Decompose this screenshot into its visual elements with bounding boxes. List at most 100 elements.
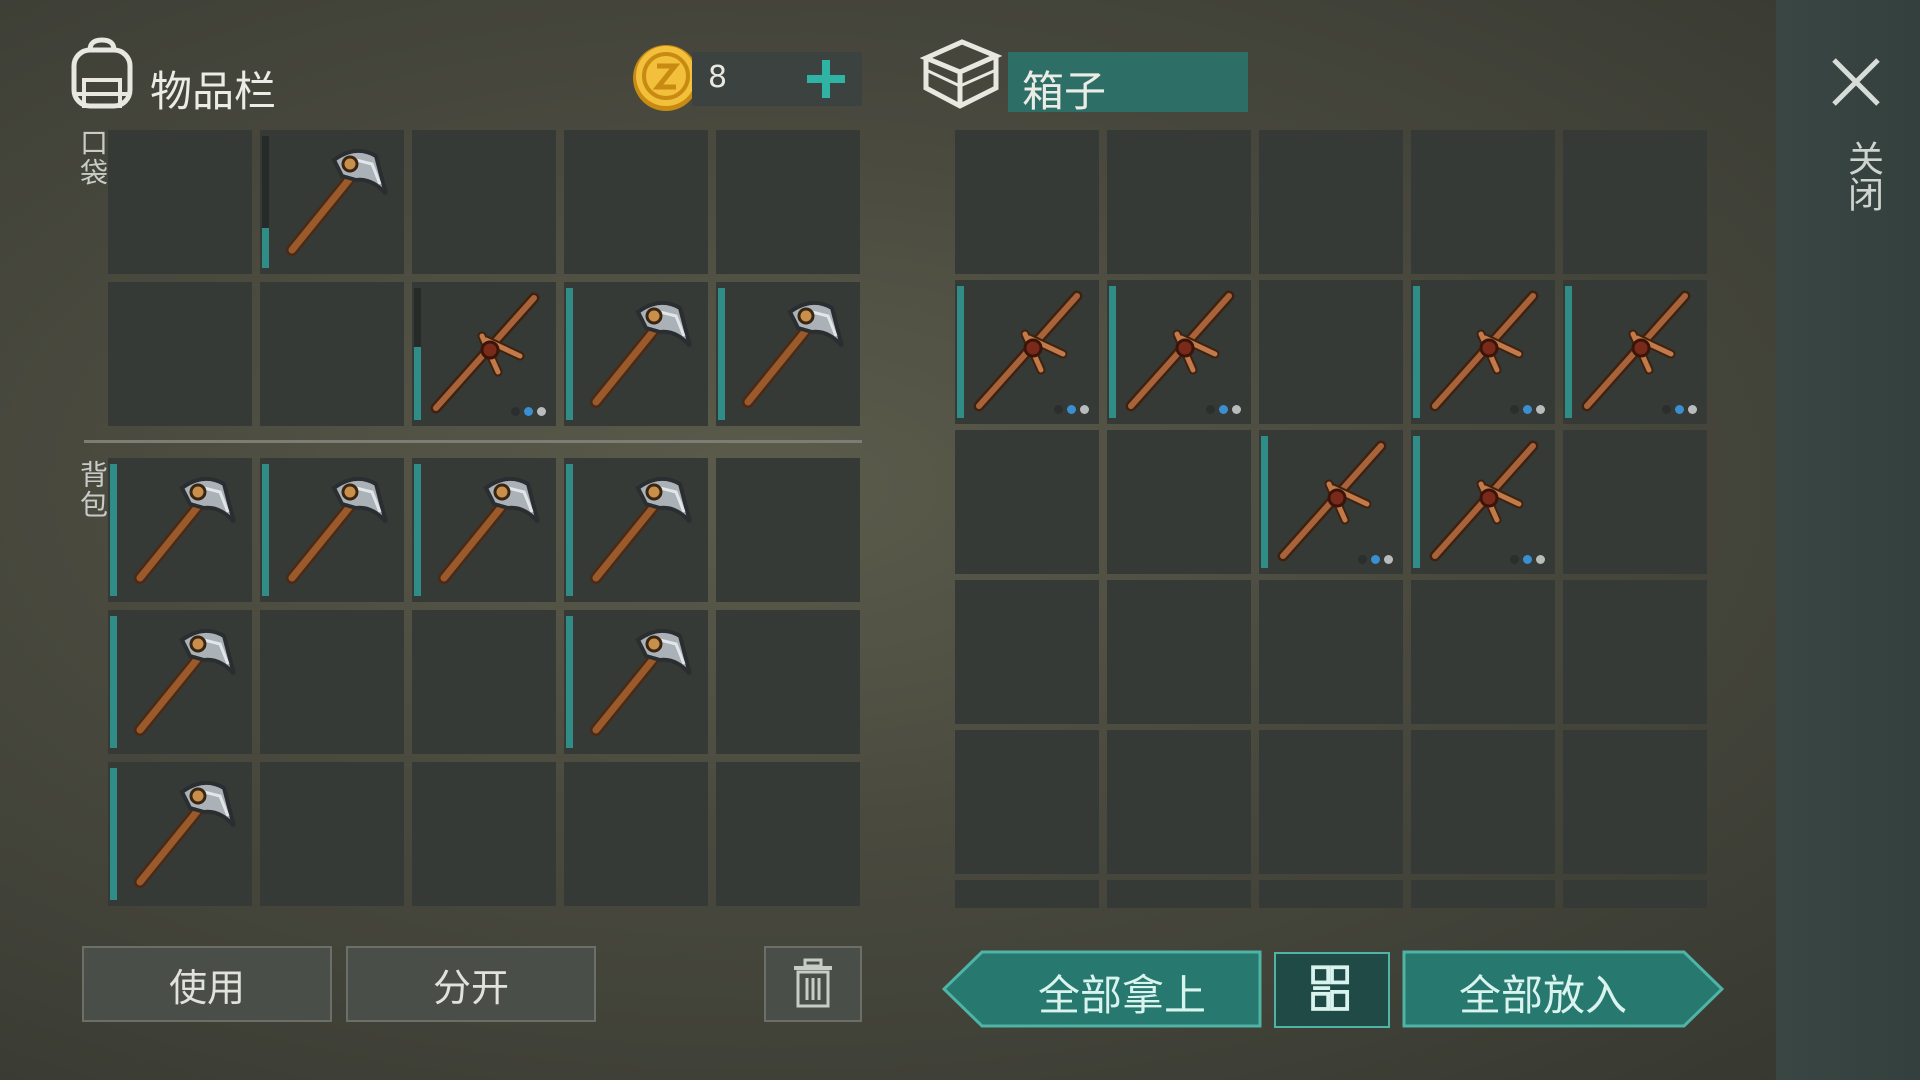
wooden-pickaxe-icon xyxy=(1125,290,1235,412)
backpack-slot[interactable] xyxy=(108,762,252,906)
backpack-icon xyxy=(71,37,133,109)
box-slot[interactable] xyxy=(955,280,1099,424)
pocket-slot[interactable] xyxy=(260,282,404,426)
backpack-slot[interactable] xyxy=(716,458,860,602)
box-slot[interactable] xyxy=(1563,730,1707,874)
trash-icon xyxy=(794,958,832,1008)
box-slot[interactable] xyxy=(955,880,1099,908)
box-slot[interactable] xyxy=(955,430,1099,574)
grid-layout-icon xyxy=(1311,965,1350,1011)
wooden-pickaxe-icon xyxy=(1429,440,1539,562)
durability-fill xyxy=(262,228,269,268)
split-button[interactable]: 分开 xyxy=(346,946,596,1022)
backpack-slot[interactable] xyxy=(260,458,404,602)
pocket-label: 口袋 xyxy=(76,128,109,188)
box-icon xyxy=(920,39,1002,109)
durability-bar xyxy=(566,616,573,748)
put-all-button[interactable]: 全部放入 xyxy=(1402,950,1724,1028)
box-slot[interactable] xyxy=(1563,580,1707,724)
durability-bar xyxy=(110,768,117,900)
pocket-slot[interactable] xyxy=(108,130,252,274)
box-slot[interactable] xyxy=(1411,730,1555,874)
durability-bar xyxy=(1413,286,1420,418)
pocket-slot[interactable] xyxy=(564,282,708,426)
box-slot[interactable] xyxy=(1107,730,1251,874)
pocket-slot[interactable] xyxy=(716,130,860,274)
trash-button[interactable] xyxy=(764,946,862,1022)
box-slot[interactable] xyxy=(1411,280,1555,424)
close-icon xyxy=(1832,58,1880,106)
backpack-slot[interactable] xyxy=(108,458,252,602)
close-button[interactable]: 关闭 xyxy=(1820,52,1892,232)
box-slot[interactable] xyxy=(1411,430,1555,574)
box-slot[interactable] xyxy=(1107,580,1251,724)
pocket-slot[interactable] xyxy=(564,130,708,274)
box-slot[interactable] xyxy=(1259,880,1403,908)
backpack-slot[interactable] xyxy=(108,610,252,754)
use-button[interactable]: 使用 xyxy=(82,946,332,1022)
box-slot[interactable] xyxy=(1259,580,1403,724)
inventory-title: 物品栏 xyxy=(150,67,277,116)
quality-dots xyxy=(1510,555,1545,564)
quality-dots xyxy=(1054,405,1089,414)
box-slot[interactable] xyxy=(1259,430,1403,574)
wooden-pickaxe-icon xyxy=(973,290,1083,412)
box-slot[interactable] xyxy=(955,730,1099,874)
box-slot[interactable] xyxy=(1107,280,1251,424)
stone-pickaxe-icon xyxy=(134,476,236,584)
durability-fill xyxy=(1109,286,1116,418)
box-slot[interactable] xyxy=(1259,730,1403,874)
durability-fill xyxy=(1413,286,1420,418)
backpack-slot[interactable] xyxy=(412,458,556,602)
box-slot[interactable] xyxy=(955,130,1099,274)
box-slot[interactable] xyxy=(1411,880,1555,908)
box-slot[interactable] xyxy=(955,580,1099,724)
box-slot[interactable] xyxy=(1107,430,1251,574)
backpack-slot[interactable] xyxy=(564,610,708,754)
box-slot[interactable] xyxy=(1563,430,1707,574)
durability-bar xyxy=(414,288,421,420)
durability-bar xyxy=(414,464,421,596)
durability-fill xyxy=(110,616,117,748)
pocket-slot[interactable] xyxy=(412,282,556,426)
plus-icon xyxy=(807,60,845,98)
backpack-slot[interactable] xyxy=(716,762,860,906)
quality-dots xyxy=(1662,405,1697,414)
durability-fill xyxy=(414,464,421,596)
backpack-slot[interactable] xyxy=(412,762,556,906)
box-slot[interactable] xyxy=(1107,880,1251,908)
box-slot[interactable] xyxy=(1563,130,1707,274)
quality-dots xyxy=(511,407,546,416)
durability-fill xyxy=(110,768,117,900)
box-slot[interactable] xyxy=(1411,130,1555,274)
pocket-slot[interactable] xyxy=(716,282,860,426)
box-grid[interactable] xyxy=(955,130,1713,908)
stone-pickaxe-icon xyxy=(590,300,692,408)
layout-toggle-button[interactable] xyxy=(1274,952,1390,1028)
durability-fill xyxy=(1261,436,1268,568)
durability-bar xyxy=(957,286,964,418)
box-slot[interactable] xyxy=(1107,130,1251,274)
backpack-slot[interactable] xyxy=(716,610,860,754)
durability-bar xyxy=(110,464,117,596)
durability-bar xyxy=(566,464,573,596)
durability-bar xyxy=(110,616,117,748)
box-slot[interactable] xyxy=(1563,880,1707,908)
add-coins-button[interactable] xyxy=(798,54,854,104)
coin-count: 8 xyxy=(708,60,728,95)
backpack-slot[interactable] xyxy=(260,610,404,754)
pocket-slot[interactable] xyxy=(108,282,252,426)
backpack-slot[interactable] xyxy=(412,610,556,754)
pocket-slot[interactable] xyxy=(412,130,556,274)
take-all-button[interactable]: 全部拿上 xyxy=(942,950,1262,1028)
backpack-slot[interactable] xyxy=(564,762,708,906)
box-slot[interactable] xyxy=(1259,130,1403,274)
box-slot[interactable] xyxy=(1259,280,1403,424)
pocket-slot[interactable] xyxy=(260,130,404,274)
box-slot[interactable] xyxy=(1411,580,1555,724)
backpack-slot[interactable] xyxy=(260,762,404,906)
stone-pickaxe-icon xyxy=(590,628,692,736)
box-slot[interactable] xyxy=(1563,280,1707,424)
backpack-slot[interactable] xyxy=(564,458,708,602)
durability-bar xyxy=(718,288,725,420)
